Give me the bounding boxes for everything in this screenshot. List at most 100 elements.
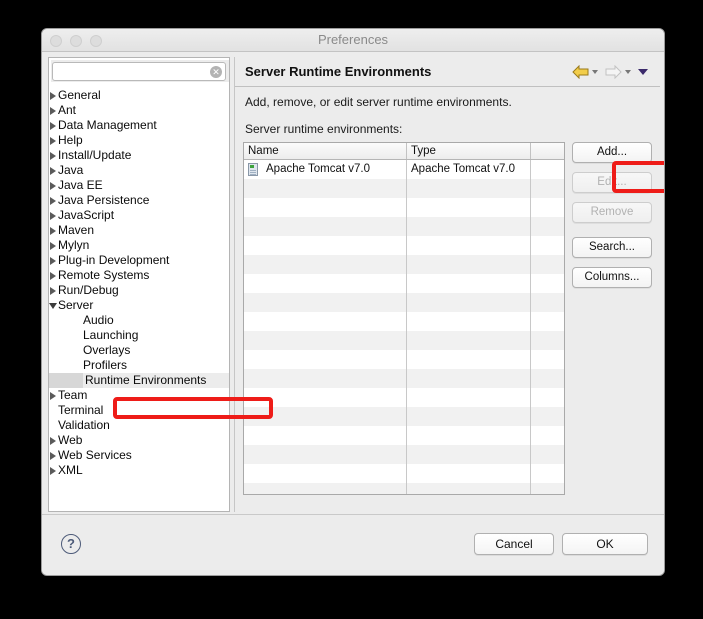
chevron-right-icon[interactable]: [50, 197, 56, 205]
chevron-right-icon[interactable]: [50, 452, 56, 460]
sidebar-item-remote-systems[interactable]: Remote Systems: [49, 268, 229, 283]
sidebar-item-mylyn[interactable]: Mylyn: [49, 238, 229, 253]
sidebar-item-java-ee[interactable]: Java EE: [49, 178, 229, 193]
chevron-right-icon[interactable]: [50, 392, 56, 400]
cell-name: [244, 236, 407, 255]
cell-extra: [531, 426, 564, 445]
panel-menu-chevron-down-icon[interactable]: [638, 69, 648, 75]
settings-panel: Server Runtime Environments Add, remove,…: [234, 57, 660, 512]
cancel-button[interactable]: Cancel: [474, 533, 554, 555]
preferences-tree[interactable]: General Ant Data Management Help Install/Upd…: [49, 84, 229, 511]
table-row-empty[interactable]: [244, 312, 564, 331]
table-row-empty[interactable]: [244, 388, 564, 407]
table-header-row: Name Type: [244, 143, 564, 160]
sidebar-item-server[interactable]: Server: [49, 298, 229, 313]
help-icon[interactable]: ?: [61, 534, 81, 554]
sidebar-item-ant[interactable]: Ant: [49, 103, 229, 118]
chevron-right-icon[interactable]: [50, 152, 56, 160]
table-row-empty[interactable]: [244, 407, 564, 426]
sidebar-item-validation[interactable]: Validation: [49, 418, 229, 433]
chevron-right-icon[interactable]: [50, 227, 56, 235]
sidebar-item-java-persistence[interactable]: Java Persistence: [49, 193, 229, 208]
sidebar-item-java[interactable]: Java: [49, 163, 229, 178]
forward-history-chevron-down-icon: [625, 70, 631, 74]
chevron-right-icon[interactable]: [50, 272, 56, 280]
cell-name: [244, 198, 407, 217]
sidebar-item-launching[interactable]: Launching: [49, 328, 229, 343]
back-history-chevron-down-icon[interactable]: [592, 70, 598, 74]
table-row-empty[interactable]: [244, 179, 564, 198]
table-row-empty[interactable]: [244, 369, 564, 388]
table-row[interactable]: Apache Tomcat v7.0 Apache Tomcat v7.0: [244, 160, 564, 179]
chevron-right-icon[interactable]: [50, 287, 56, 295]
sidebar-item-overlays[interactable]: Overlays: [49, 343, 229, 358]
ok-button[interactable]: OK: [562, 533, 648, 555]
table-row-empty[interactable]: [244, 483, 564, 494]
sidebar-item-install-update[interactable]: Install/Update: [49, 148, 229, 163]
sidebar-item-label: Ant: [58, 103, 77, 117]
cell-type: [407, 445, 531, 464]
cell-name: [244, 179, 407, 198]
table-row-empty[interactable]: [244, 445, 564, 464]
sidebar-item-general[interactable]: General: [49, 88, 229, 103]
sidebar-item-profilers[interactable]: Profilers: [49, 358, 229, 373]
table-body[interactable]: Apache Tomcat v7.0 Apache Tomcat v7.0: [244, 160, 564, 494]
sidebar-item-plug-in-development[interactable]: Plug-in Development: [49, 253, 229, 268]
cell-extra: [531, 198, 564, 217]
table-row-empty[interactable]: [244, 274, 564, 293]
table-row-empty[interactable]: [244, 198, 564, 217]
clear-search-icon[interactable]: ✕: [210, 66, 222, 78]
sidebar-item-data-management[interactable]: Data Management: [49, 118, 229, 133]
chevron-right-icon[interactable]: [50, 122, 56, 130]
search-input[interactable]: [52, 62, 226, 81]
sidebar-item-label: Runtime Environments: [83, 373, 229, 388]
table-row-empty[interactable]: [244, 350, 564, 369]
runtime-environments-table[interactable]: Name Type Apache Tomcat v7.0 Apache Tomca…: [243, 142, 565, 495]
sidebar-item-team[interactable]: Team: [49, 388, 229, 403]
back-arrow-icon[interactable]: [572, 65, 589, 79]
cell-name: [244, 464, 407, 483]
search-button[interactable]: Search...: [572, 237, 652, 258]
table-row-empty[interactable]: [244, 293, 564, 312]
chevron-right-icon[interactable]: [50, 257, 56, 265]
sidebar-item-audio[interactable]: Audio: [49, 313, 229, 328]
table-row-empty[interactable]: [244, 464, 564, 483]
chevron-right-icon[interactable]: [50, 167, 56, 175]
chevron-right-icon[interactable]: [50, 137, 56, 145]
table-row-empty[interactable]: [244, 236, 564, 255]
cell-type: Apache Tomcat v7.0: [407, 160, 531, 179]
column-header-extra[interactable]: [531, 143, 564, 159]
chevron-right-icon[interactable]: [50, 182, 56, 190]
chevron-right-icon[interactable]: [50, 242, 56, 250]
add-button[interactable]: Add...: [572, 142, 652, 163]
panel-description: Add, remove, or edit server runtime envi…: [245, 95, 512, 109]
cell-type: [407, 236, 531, 255]
sidebar-item-label: Java EE: [58, 178, 103, 192]
chevron-right-icon[interactable]: [50, 437, 56, 445]
sidebar-item-maven[interactable]: Maven: [49, 223, 229, 238]
edit-button: Edit...: [572, 172, 652, 193]
cell-extra: [531, 312, 564, 331]
sidebar-item-terminal[interactable]: Terminal: [49, 403, 229, 418]
chevron-right-icon[interactable]: [50, 107, 56, 115]
columns-button[interactable]: Columns...: [572, 267, 652, 288]
chevron-right-icon[interactable]: [50, 212, 56, 220]
sidebar-item-xml[interactable]: XML: [49, 463, 229, 478]
sidebar-item-label: Server: [58, 298, 94, 312]
chevron-right-icon[interactable]: [50, 92, 56, 100]
table-row-empty[interactable]: [244, 255, 564, 274]
chevron-right-icon[interactable]: [50, 467, 56, 475]
column-header-type[interactable]: Type: [407, 143, 531, 159]
sidebar-item-javascript[interactable]: JavaScript: [49, 208, 229, 223]
sidebar-item-web[interactable]: Web: [49, 433, 229, 448]
table-row-empty[interactable]: [244, 426, 564, 445]
table-row-empty[interactable]: [244, 331, 564, 350]
sidebar-item-run-debug[interactable]: Run/Debug: [49, 283, 229, 298]
table-row-empty[interactable]: [244, 217, 564, 236]
sidebar-item-web-services[interactable]: Web Services: [49, 448, 229, 463]
sidebar-item-help[interactable]: Help: [49, 133, 229, 148]
chevron-down-icon[interactable]: [49, 303, 57, 309]
sidebar-item-runtime-environments[interactable]: Runtime Environments: [49, 373, 229, 388]
column-header-name[interactable]: Name: [244, 143, 407, 159]
cell-type: [407, 483, 531, 494]
